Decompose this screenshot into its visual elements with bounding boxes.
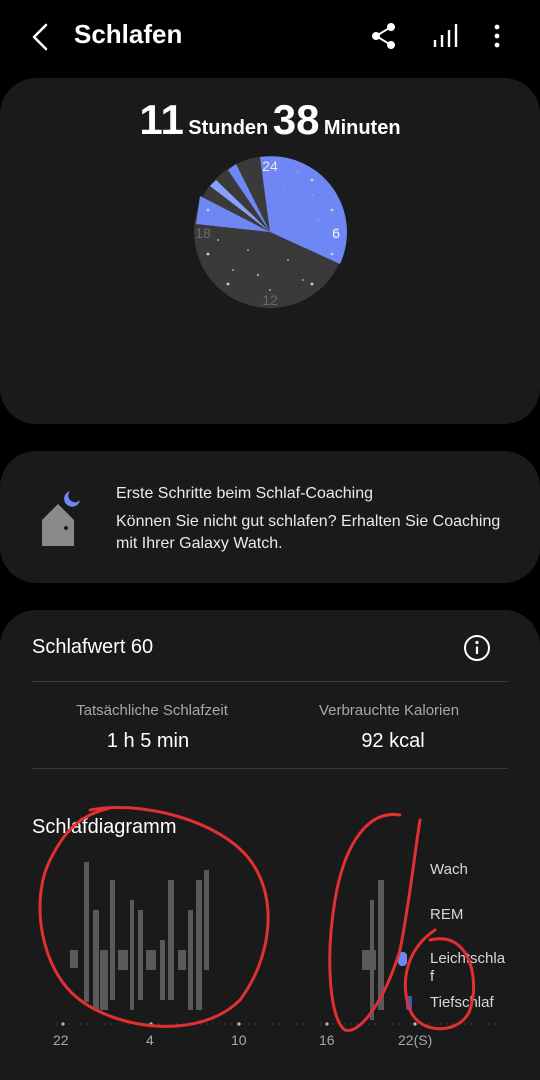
legend-deep-sleep-swatch bbox=[406, 996, 412, 1010]
sleep-duration: 11 Stunden 38 Minuten bbox=[0, 96, 540, 144]
calories-label: Verbrauchte Kalorien bbox=[318, 702, 460, 719]
chevron-left-icon[interactable] bbox=[26, 20, 56, 54]
time-tick: 10 bbox=[231, 1032, 247, 1048]
legend-light-sleep-swatch bbox=[398, 952, 407, 966]
hours-value: 11 bbox=[139, 96, 184, 143]
calories-value: 92 kcal bbox=[361, 730, 425, 752]
clock-label-6: 6 bbox=[332, 225, 340, 241]
clock-label-24: 24 bbox=[262, 158, 278, 174]
time-tick: 16 bbox=[319, 1032, 335, 1048]
sleep-score: Schlafwert 60 bbox=[32, 636, 154, 658]
sleep-clock-dial: 24 6 12 18 bbox=[194, 156, 347, 308]
clock-label-18: 18 bbox=[195, 225, 211, 241]
legend-rem: REM bbox=[430, 906, 464, 923]
minutes-value: 38 bbox=[272, 96, 320, 143]
hours-unit: Stunden bbox=[188, 117, 269, 139]
page-title: Schlafen bbox=[74, 19, 183, 49]
info-icon[interactable] bbox=[462, 633, 492, 663]
coaching-title: Erste Schritte beim Schlaf-Coaching bbox=[116, 485, 373, 502]
actual-sleep-value: 1 h 5 min bbox=[106, 730, 190, 752]
time-tick: 22(S) bbox=[398, 1032, 433, 1048]
minutes-unit: Minuten bbox=[323, 117, 401, 139]
bar-chart-icon[interactable] bbox=[430, 20, 460, 52]
clock-label-12: 12 bbox=[262, 292, 278, 308]
actual-sleep-label: Tatsächliche Schlafzeit bbox=[76, 702, 228, 719]
legend-deep-sleep: Tiefschlaf bbox=[430, 994, 494, 1011]
moon-house-icon bbox=[42, 491, 80, 546]
legend-awake: Wach bbox=[430, 861, 468, 878]
legend-light-sleep: Leichtschla f bbox=[430, 950, 506, 985]
share-icon[interactable] bbox=[369, 20, 399, 52]
time-tick: 4 bbox=[146, 1032, 154, 1048]
sleep-diagram-title: Schlafdiagramm bbox=[32, 816, 177, 838]
coaching-text: Können Sie nicht gut schlafen? Erhalten … bbox=[116, 513, 501, 552]
top-app-bar: Schlafen bbox=[0, 0, 540, 72]
time-tick: 22 bbox=[53, 1032, 69, 1048]
more-vert-icon[interactable] bbox=[482, 20, 512, 52]
sleep-stage-bars bbox=[70, 862, 384, 1020]
divider bbox=[32, 768, 508, 769]
divider bbox=[32, 681, 508, 682]
